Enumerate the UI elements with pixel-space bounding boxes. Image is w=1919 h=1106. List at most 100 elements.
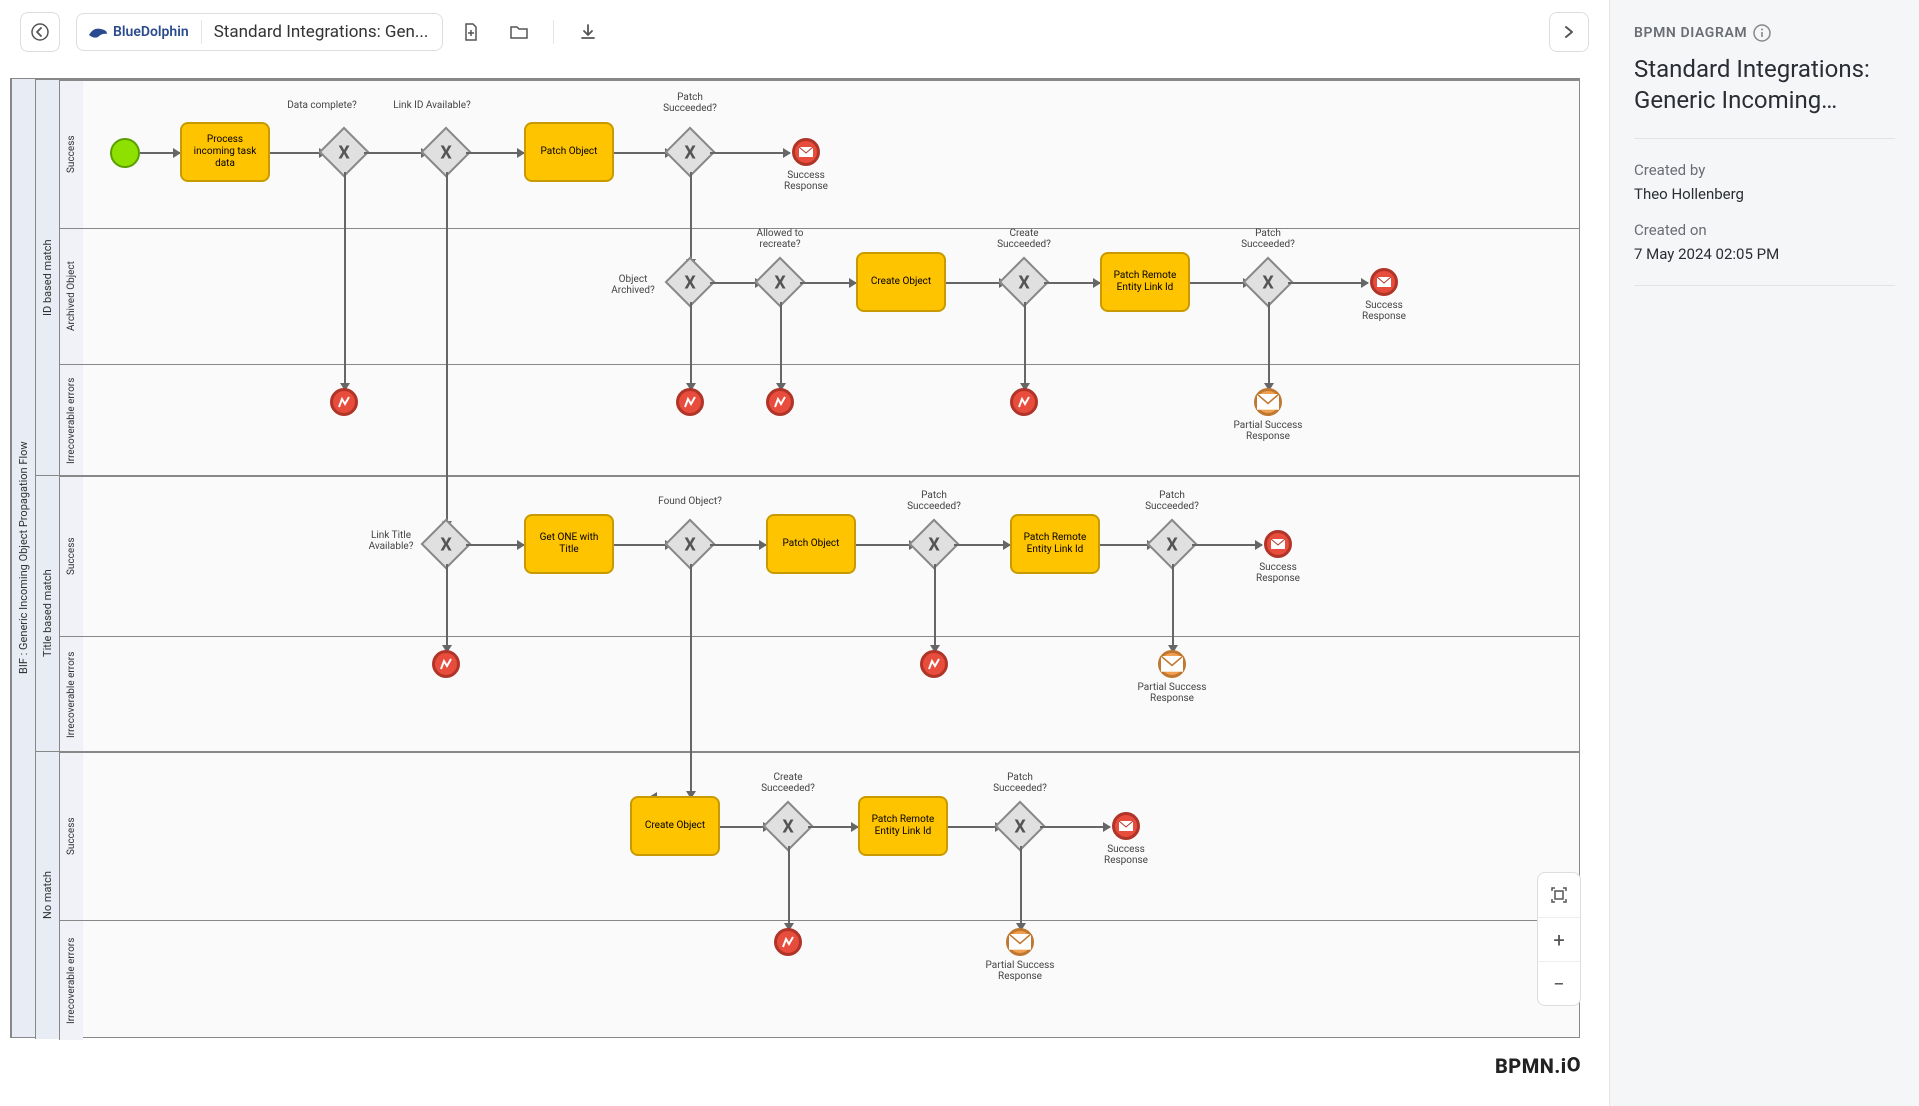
zoom-out-button[interactable]: −	[1538, 961, 1580, 1005]
task-patch-object-2[interactable]: Patch Object	[766, 514, 856, 574]
task-label: Patch Remote Entity Link Id	[1106, 270, 1184, 294]
event-label: Success Response	[766, 170, 846, 192]
task-create-object[interactable]: Create Object	[856, 252, 946, 312]
end-success[interactable]	[1264, 530, 1292, 558]
event-label: Success Response	[1086, 844, 1166, 866]
flow	[1040, 826, 1110, 828]
zoom-in-button[interactable]: +	[1538, 917, 1580, 961]
end-partial[interactable]	[1006, 928, 1034, 956]
task-label: Patch Object	[783, 538, 840, 550]
zoom-label: −	[1553, 972, 1564, 996]
flow	[1268, 302, 1270, 390]
end-success[interactable]	[792, 138, 820, 166]
end-partial[interactable]	[1254, 388, 1282, 416]
dolphin-icon	[87, 23, 109, 41]
sublane-label: Success	[59, 753, 83, 920]
page-title: Standard Integrations: Gen...	[214, 22, 429, 42]
zoom-fit-button[interactable]	[1538, 873, 1580, 917]
gateway-label: Link Title Available?	[356, 530, 426, 552]
task-create-object-2[interactable]: Create Object	[630, 796, 720, 856]
sublane-label: Success	[59, 81, 83, 228]
flow	[140, 152, 180, 154]
task-patch-object[interactable]: Patch Object	[524, 122, 614, 182]
panel-toggle-button[interactable]	[1549, 12, 1589, 52]
flow	[270, 152, 326, 154]
lane-no-match[interactable]: No match Success Irrecoverable errors	[35, 751, 1579, 1039]
flow	[934, 564, 936, 652]
task-patch-remote-3[interactable]: Patch Remote Entity Link Id	[858, 796, 948, 856]
gateway-label: Create Succeeded?	[748, 772, 828, 794]
flow	[614, 544, 672, 546]
sublane-label: Archived Object	[59, 229, 83, 364]
task-label: Get ONE with Title	[530, 532, 608, 556]
divider	[201, 20, 202, 44]
created-on-value: 7 May 2024 02:05 PM	[1634, 245, 1895, 263]
gateway-label: Create Succeeded?	[984, 228, 1064, 250]
flow	[946, 282, 1006, 284]
diagram-title: Standard Integrations: Generic Incoming…	[1634, 54, 1895, 116]
flow	[344, 172, 346, 390]
flow	[710, 152, 790, 154]
flow	[1044, 282, 1100, 284]
flow	[446, 564, 448, 652]
download-button[interactable]	[568, 12, 608, 52]
event-label: Success Response	[1238, 562, 1318, 584]
sidebar-heading-text: BPMN DIAGRAM	[1634, 25, 1747, 41]
flow	[1288, 282, 1368, 284]
gateway-label: Patch Succeeded?	[980, 772, 1060, 794]
end-error[interactable]	[774, 928, 802, 956]
lane-label: Title based match	[35, 476, 59, 751]
chevron-right-icon	[1562, 25, 1576, 39]
task-patch-remote-2[interactable]: Patch Remote Entity Link Id	[1010, 514, 1100, 574]
folder-button[interactable]	[499, 12, 539, 52]
back-icon	[31, 23, 49, 41]
gateway-label: Object Archived?	[598, 274, 668, 296]
lane-label: ID based match	[35, 80, 59, 475]
created-on-label: Created on	[1634, 221, 1895, 239]
info-icon[interactable]	[1753, 24, 1771, 42]
task-get-one-title[interactable]: Get ONE with Title	[524, 514, 614, 574]
flow	[1192, 544, 1262, 546]
sublane-errors: Irrecoverable errors	[59, 920, 1579, 1040]
created-by-value: Theo Hollenberg	[1634, 185, 1895, 203]
add-doc-button[interactable]	[451, 12, 491, 52]
end-success[interactable]	[1370, 268, 1398, 296]
flow	[1190, 282, 1250, 284]
brand-title: BlueDolphin Standard Integrations: Gen..…	[76, 13, 443, 51]
end-partial[interactable]	[1158, 650, 1186, 678]
gateway-label: Patch Succeeded?	[650, 92, 730, 114]
task-label: Process incoming task data	[186, 134, 264, 170]
end-error[interactable]	[432, 650, 460, 678]
details-sidebar: BPMN DIAGRAM Standard Integrations: Gene…	[1609, 0, 1919, 1106]
brand-name: BlueDolphin	[113, 24, 189, 40]
gateway-label: Patch Succeeded?	[1132, 490, 1212, 512]
sublane-label: Success	[59, 477, 83, 636]
task-process-incoming[interactable]: Process incoming task data	[180, 122, 270, 182]
lane-label: No match	[35, 752, 59, 1039]
end-error[interactable]	[920, 650, 948, 678]
flow	[690, 302, 692, 390]
divider	[1634, 138, 1895, 139]
flow	[856, 544, 916, 546]
end-error[interactable]	[676, 388, 704, 416]
bpmn-watermark: BPMN.iO	[1495, 1054, 1581, 1078]
end-error[interactable]	[766, 388, 794, 416]
gateway-label: Found Object?	[650, 496, 730, 507]
folder-icon	[509, 22, 529, 42]
flow	[690, 172, 692, 266]
start-event[interactable]	[110, 138, 140, 168]
flow	[800, 282, 856, 284]
end-error[interactable]	[330, 388, 358, 416]
task-label: Patch Remote Entity Link Id	[864, 814, 942, 838]
end-success[interactable]	[1112, 812, 1140, 840]
event-label: Partial Success Response	[980, 960, 1060, 982]
task-patch-remote[interactable]: Patch Remote Entity Link Id	[1100, 252, 1190, 312]
gateway-label: Data complete?	[282, 100, 362, 111]
gateway-label: Allowed to recreate?	[740, 228, 820, 250]
pool-label: BIF : Generic Incoming Object Propagatio…	[11, 79, 35, 1037]
sublane-label: Irrecoverable errors	[59, 921, 83, 1040]
back-button[interactable]	[20, 12, 60, 52]
end-error[interactable]	[1010, 388, 1038, 416]
diagram-canvas[interactable]: BIF : Generic Incoming Object Propagatio…	[10, 64, 1599, 1096]
sublane-errors: Irrecoverable errors	[59, 364, 1579, 476]
